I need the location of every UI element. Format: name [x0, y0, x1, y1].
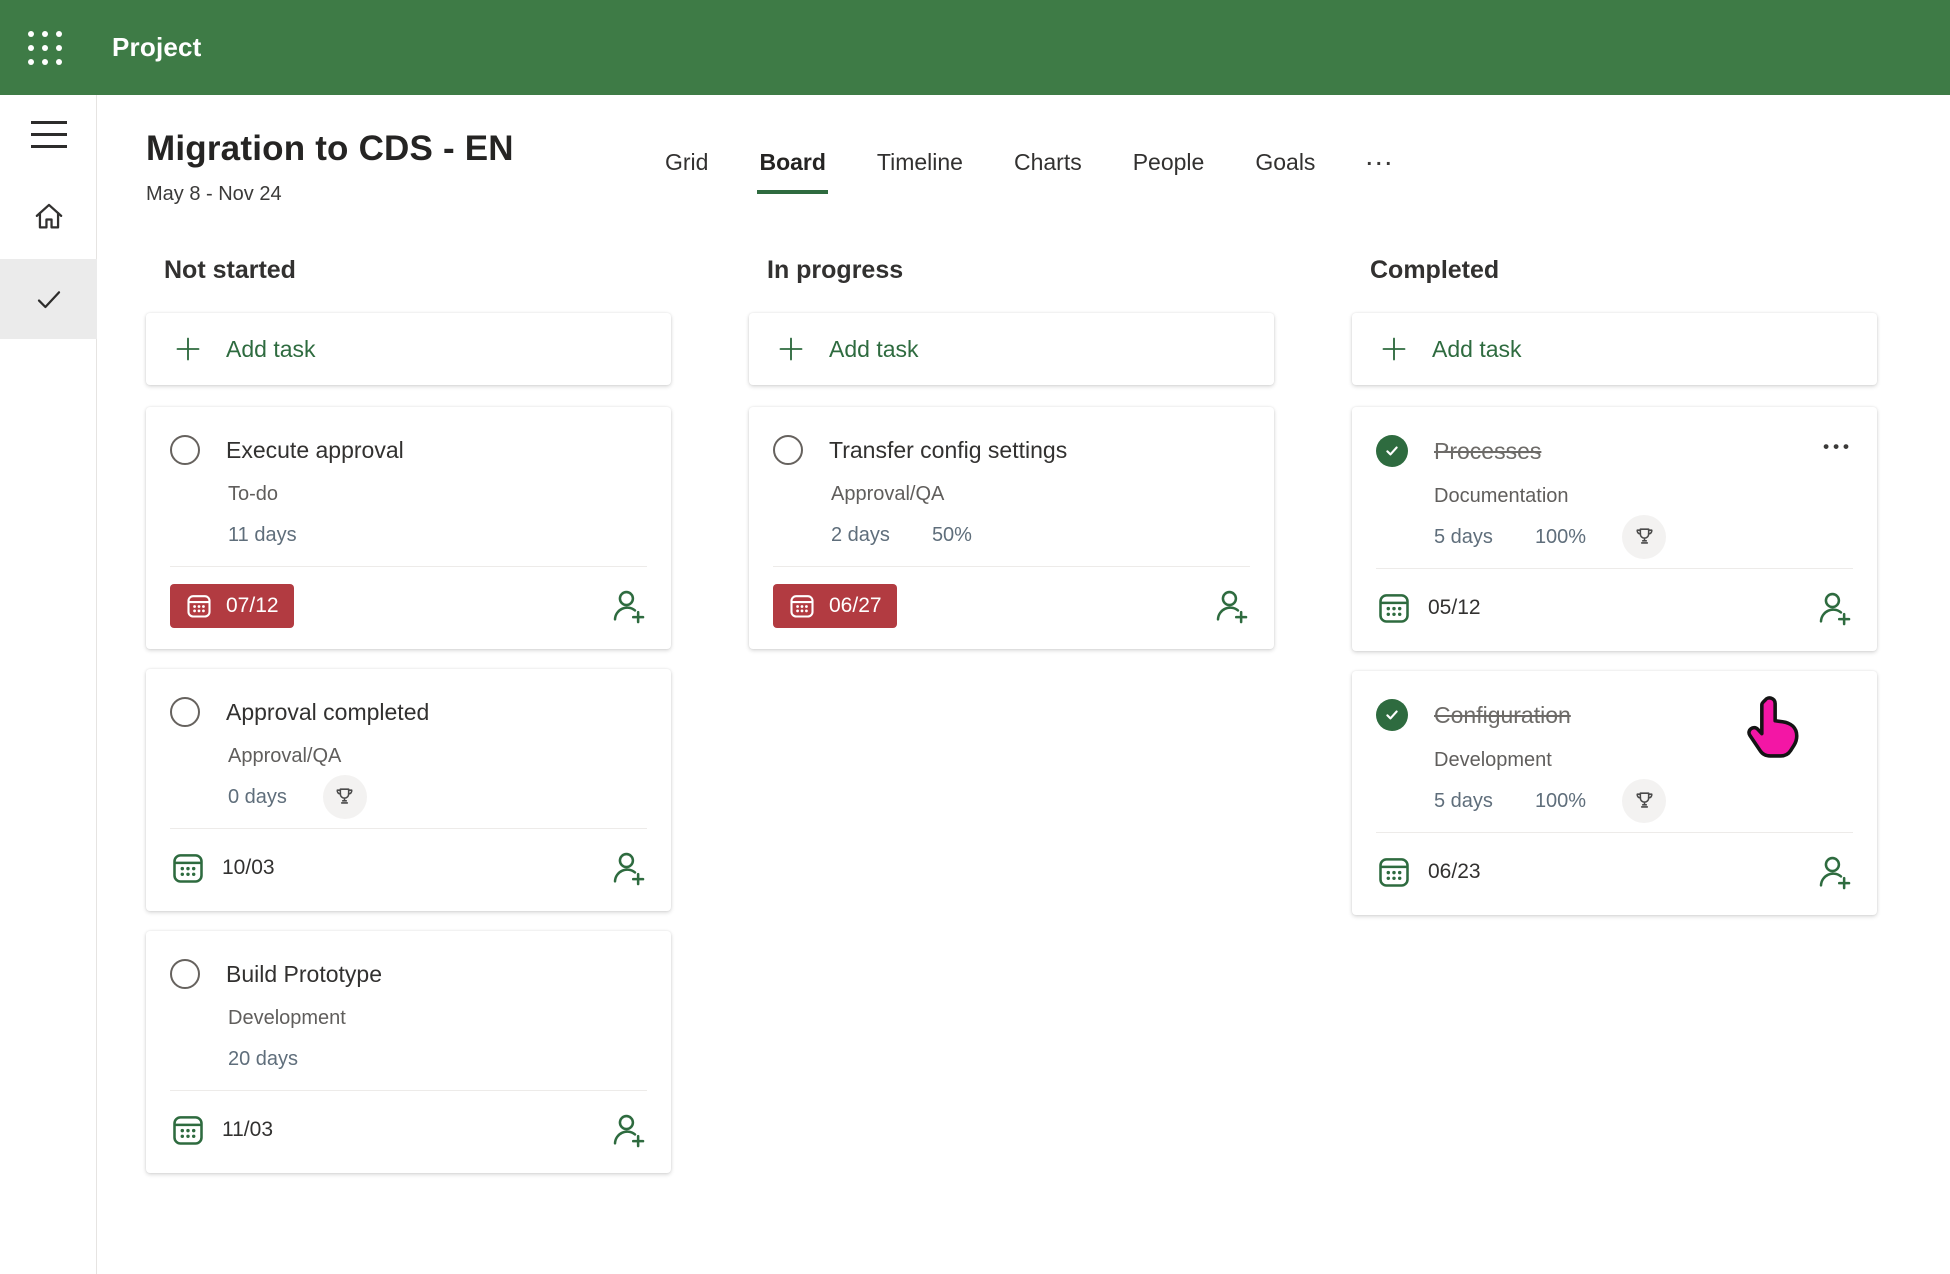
task-card[interactable]: Approval completed Approval/QA 0 days 10/03: [146, 669, 671, 911]
tab-goals[interactable]: Goals: [1253, 143, 1317, 194]
task-title: Transfer config settings: [829, 436, 1068, 463]
assign-person-button[interactable]: [1815, 853, 1853, 891]
plus-icon: [777, 335, 805, 363]
trophy-icon: [322, 775, 367, 819]
calendar-icon: [788, 592, 816, 620]
due-date-badge-late: 06/27: [773, 584, 897, 628]
sidebar-item-tasks-selected[interactable]: [0, 259, 97, 339]
task-progress: 100%: [1534, 789, 1587, 812]
plus-icon: [1380, 335, 1408, 363]
task-title: Execute approval: [226, 436, 404, 463]
task-duration: 5 days: [1434, 525, 1493, 548]
assign-person-button[interactable]: [609, 587, 647, 625]
due-date: 10/03: [170, 850, 275, 886]
due-date: 05/12: [1376, 590, 1481, 626]
task-title: Approval completed: [226, 698, 430, 725]
person-add-icon: [609, 587, 647, 625]
assign-person-button[interactable]: [609, 849, 647, 887]
task-complete-radio[interactable]: [170, 959, 200, 989]
task-progress: 50%: [931, 523, 972, 546]
board-column-in-progress: In progress Add task Transfer config setti…: [749, 256, 1274, 1193]
trophy-icon: [1622, 515, 1667, 559]
add-task-label: Add task: [1432, 335, 1522, 362]
hamburger-menu-button[interactable]: [0, 105, 97, 163]
tab-grid[interactable]: Grid: [663, 143, 710, 194]
task-card[interactable]: Configuration Development 5 days 100% 06/23: [1352, 671, 1877, 915]
task-title: Build Prototype: [226, 960, 382, 987]
page-header: Migration to CDS - EN May 8 - Nov 24 Gri…: [146, 129, 1950, 206]
person-add-icon: [1212, 587, 1250, 625]
person-add-icon: [609, 1111, 647, 1149]
task-complete-radio[interactable]: [170, 697, 200, 727]
card-menu-button[interactable]: •••: [1823, 437, 1853, 457]
column-header: In progress: [767, 256, 904, 284]
task-completed-check-icon[interactable]: [1376, 699, 1408, 731]
project-date-range: May 8 - Nov 24: [146, 183, 282, 205]
tab-overflow[interactable]: ...: [1364, 143, 1397, 194]
due-date: 06/23: [1376, 854, 1481, 890]
main-content: Migration to CDS - EN May 8 - Nov 24 Gri…: [97, 95, 1950, 1274]
task-card[interactable]: Build Prototype Development 20 days 11/03: [146, 931, 671, 1173]
task-title: Processes: [1434, 437, 1542, 464]
due-date: 11/03: [170, 1112, 273, 1148]
app-name: Project: [112, 32, 202, 62]
task-duration: 5 days: [1434, 789, 1493, 812]
task-bucket: Documentation: [1434, 485, 1569, 507]
task-complete-radio[interactable]: [170, 435, 200, 465]
task-card[interactable]: Execute approval To-do 11 days 07/12: [146, 407, 671, 649]
tab-charts[interactable]: Charts: [1012, 143, 1084, 194]
checkmark-icon: [33, 283, 65, 315]
task-title: Configuration: [1434, 701, 1571, 728]
person-add-icon: [609, 849, 647, 887]
task-card[interactable]: Transfer config settings Approval/QA 2 day…: [749, 407, 1274, 649]
home-icon: [32, 199, 66, 233]
task-bucket: Development: [1434, 749, 1552, 771]
task-bucket: To-do: [228, 483, 279, 505]
task-card[interactable]: Processes ••• Documentation 5 days 100% 05/12: [1352, 407, 1877, 651]
person-add-icon: [1815, 853, 1853, 891]
view-tabs: Grid Board Timeline Charts People Goals...: [663, 143, 1397, 194]
assign-person-button[interactable]: [1212, 587, 1250, 625]
task-completed-check-icon[interactable]: [1376, 435, 1408, 467]
add-task-label: Add task: [829, 335, 919, 362]
calendar-icon: [1376, 590, 1412, 626]
add-task-button[interactable]: Add task: [749, 313, 1274, 385]
page-title: Migration to CDS - EN: [146, 129, 514, 168]
left-sidebar: [0, 95, 97, 1274]
task-bucket: Approval/QA: [228, 745, 342, 767]
task-bucket: Approval/QA: [831, 483, 945, 505]
waffle-icon[interactable]: [22, 25, 68, 71]
board-column-not-started: Not started Add task Execute approval To-do…: [146, 256, 671, 1193]
trophy-icon: [1622, 779, 1667, 823]
task-duration: 2 days: [831, 523, 890, 546]
assign-person-button[interactable]: [609, 1111, 647, 1149]
add-task-button[interactable]: Add task: [146, 313, 671, 385]
add-task-button[interactable]: Add task: [1352, 313, 1877, 385]
kanban-board: Not started Add task Execute approval To-do…: [146, 256, 1950, 1193]
board-column-completed: Completed Add task Processes ••• Documentati…: [1352, 256, 1877, 1193]
assign-person-button[interactable]: [1815, 589, 1853, 627]
app-top-bar: Project: [0, 0, 1950, 95]
column-header: Not started: [164, 256, 296, 284]
task-duration: 11 days: [228, 523, 297, 546]
task-complete-radio[interactable]: [773, 435, 803, 465]
task-duration: 0 days: [228, 785, 287, 808]
tab-board[interactable]: Board: [757, 143, 829, 194]
column-header: Completed: [1370, 256, 1500, 284]
due-date-badge-late: 07/12: [170, 584, 294, 628]
tab-people[interactable]: People: [1131, 143, 1207, 194]
person-add-icon: [1815, 589, 1853, 627]
calendar-icon: [185, 592, 213, 620]
sidebar-item-home[interactable]: [0, 181, 97, 251]
add-task-label: Add task: [226, 335, 316, 362]
plus-icon: [174, 335, 202, 363]
calendar-icon: [1376, 854, 1412, 890]
tab-timeline[interactable]: Timeline: [875, 143, 965, 194]
calendar-icon: [170, 850, 206, 886]
calendar-icon: [170, 1112, 206, 1148]
task-duration: 20 days: [228, 1047, 299, 1070]
task-progress: 100%: [1534, 525, 1587, 548]
task-bucket: Development: [228, 1007, 346, 1029]
